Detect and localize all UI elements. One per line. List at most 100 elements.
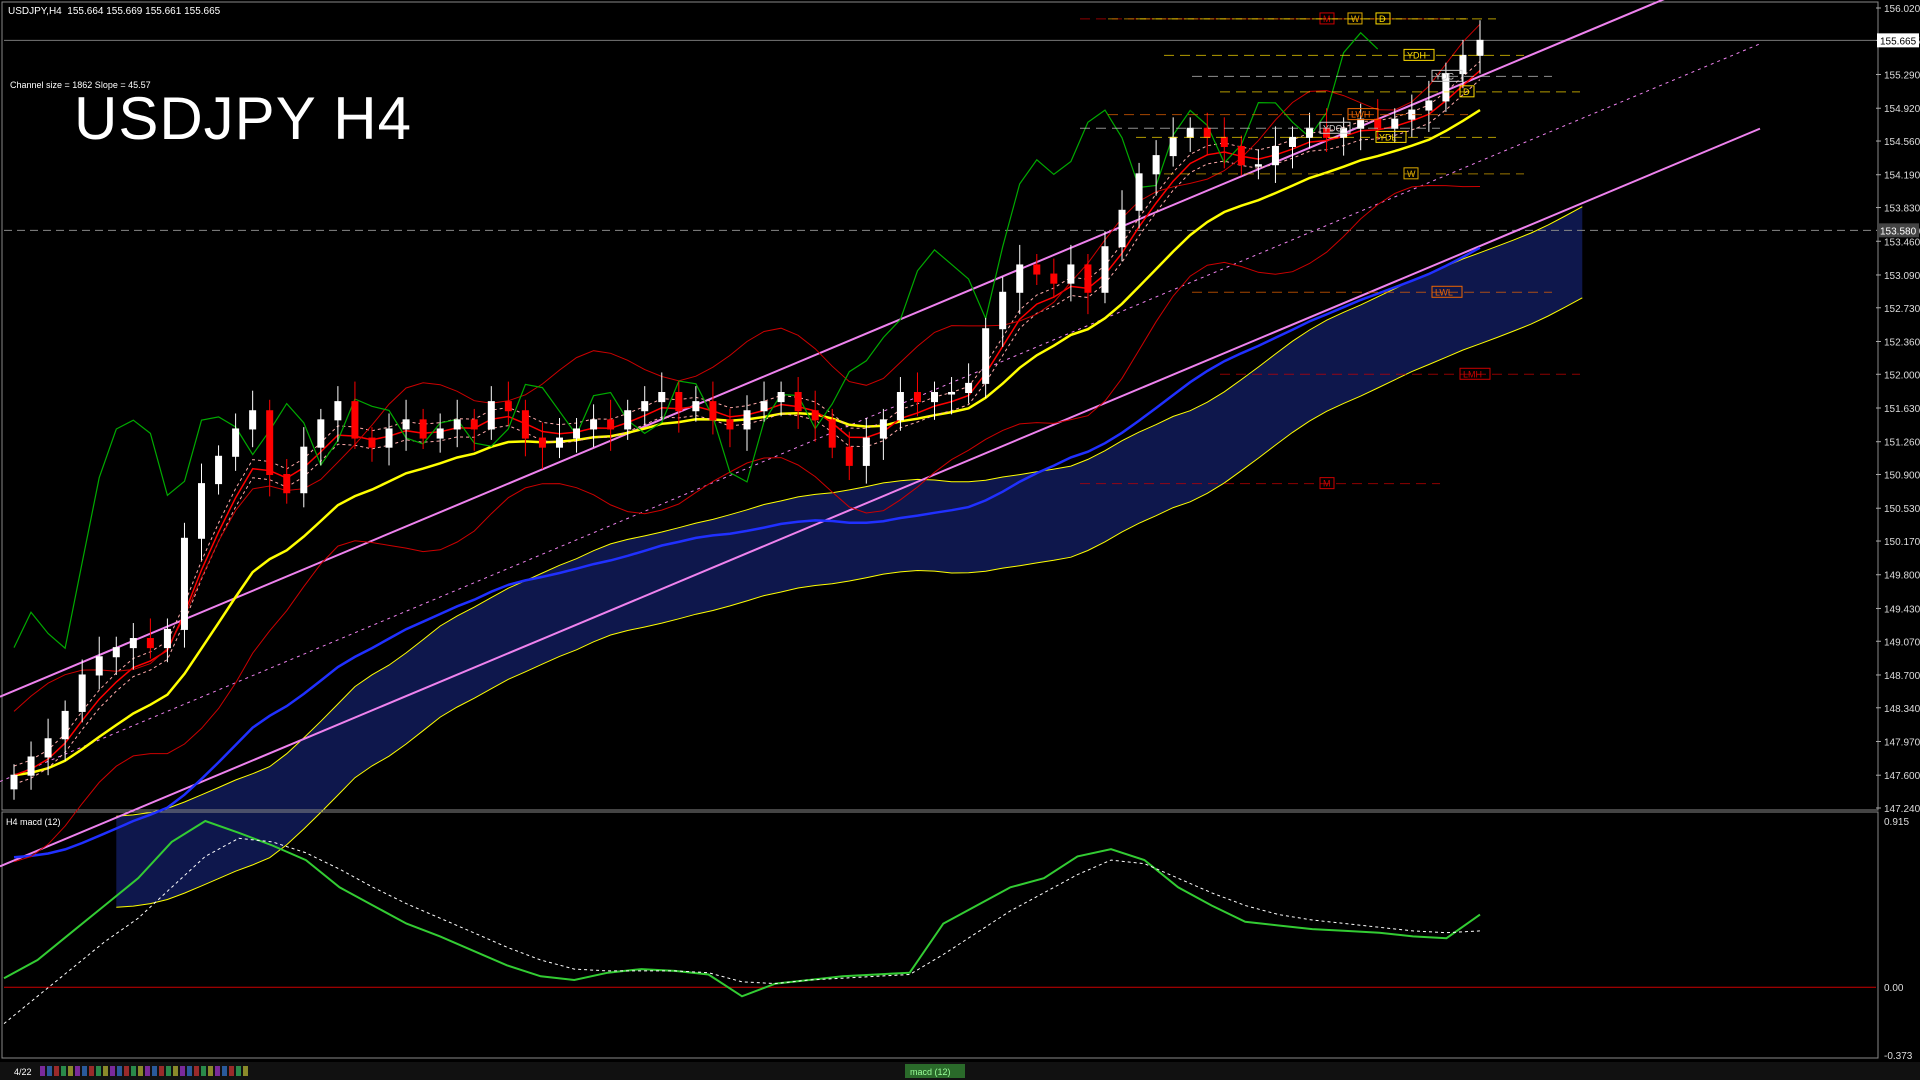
channel-lower-line [0, 127, 1761, 868]
price-tick-label: 150.530 [1884, 504, 1920, 515]
timeframe-swatch [131, 1066, 136, 1076]
candle-body [44, 738, 52, 758]
timeframe-swatch [236, 1066, 241, 1076]
candle-body [385, 428, 393, 448]
candle-body [624, 410, 632, 430]
candle-body [419, 419, 427, 439]
candle-body [249, 410, 257, 430]
level-label: D [1463, 87, 1470, 97]
candle-body [1067, 264, 1075, 284]
candle-body [283, 474, 291, 494]
bottom-bar: 4/22 macd (12) [0, 1062, 1920, 1080]
candle-body [777, 392, 785, 403]
price-tick-label: 154.920 [1884, 104, 1920, 115]
candle-body [709, 401, 717, 421]
candle-body [1050, 273, 1058, 284]
candle-body [1237, 145, 1245, 166]
candle-body [1288, 136, 1296, 147]
price-tick-label: 153.460 [1884, 237, 1920, 248]
timeframe-swatch [208, 1066, 213, 1076]
candle-body [913, 392, 921, 403]
main-panel-border [1, 1, 1879, 811]
candle-body [675, 392, 683, 412]
candle-body [334, 401, 342, 421]
candle-body [1152, 155, 1160, 175]
current-price-label: 155.665 [1880, 36, 1917, 47]
candle-body [794, 392, 802, 412]
level-label: M [1323, 479, 1331, 489]
candle-body [300, 446, 308, 494]
timeframe-swatch [82, 1066, 87, 1076]
candle-body [1476, 39, 1484, 56]
chart-canvas[interactable]: MWDYDHYDCDYDOLWHYDLWLWLLMHM 156.020155.6… [0, 0, 1920, 1080]
candle-body [965, 382, 973, 394]
candle-body [658, 392, 666, 403]
candle-body [95, 656, 103, 676]
candle-body [368, 437, 376, 448]
candle-body [146, 638, 154, 649]
timeframe-swatch [243, 1066, 248, 1076]
candle-body [641, 401, 649, 412]
candle-body [402, 419, 410, 430]
timeframe-swatch [229, 1066, 234, 1076]
price-tick-label: 156.020 [1884, 4, 1920, 15]
timeframe-swatch [215, 1066, 220, 1076]
level-label: YDO [1323, 123, 1343, 133]
candle-body [317, 419, 325, 448]
level-label: W [1407, 169, 1416, 179]
candle-body [163, 628, 171, 649]
timeframe-swatch [61, 1066, 66, 1076]
candle-body [1374, 118, 1382, 129]
candle-body [453, 419, 461, 430]
timeframe-swatch [194, 1066, 199, 1076]
timeframe-swatch [40, 1066, 45, 1076]
candle-body [1459, 54, 1467, 75]
macd-tick-label: 0.915 [1884, 817, 1909, 828]
price-tick-label: 148.340 [1884, 704, 1920, 715]
price-tick-label: 153.090 [1884, 271, 1920, 282]
candle-body [436, 428, 444, 439]
candle-body [1135, 173, 1143, 211]
timeframe-swatch [152, 1066, 157, 1076]
timeframe-swatch [201, 1066, 206, 1076]
level-label: YDL [1379, 132, 1397, 142]
candle-body [555, 437, 563, 448]
level-label: YDH [1407, 50, 1426, 60]
candle-body [931, 392, 939, 403]
timeframe-swatch [145, 1066, 150, 1076]
candle-body [896, 392, 904, 421]
price-tick-label: 151.630 [1884, 404, 1920, 415]
price-tick-label: 147.240 [1884, 804, 1920, 815]
timeframe-swatch [75, 1066, 80, 1076]
candle-body [351, 401, 359, 439]
candle-body [1016, 264, 1024, 293]
candle-body [470, 419, 478, 430]
timeframe-swatch [68, 1066, 73, 1076]
timeframe-swatch [138, 1066, 143, 1076]
candle-body [78, 674, 86, 712]
candle-body [1101, 246, 1109, 293]
price-tick-label: 151.260 [1884, 438, 1920, 449]
candle-body [999, 291, 1007, 330]
candle-body [61, 710, 69, 740]
candle-body [828, 419, 836, 448]
dashed-level-label: 153.580 [1880, 226, 1917, 237]
candle-body [1357, 118, 1365, 129]
price-tick-label: 148.700 [1884, 671, 1920, 682]
candle-body [232, 428, 240, 457]
candle-body [112, 647, 120, 658]
ichimoku-cloud-area [116, 206, 1583, 908]
candle-body [521, 410, 529, 439]
price-tick-label: 149.800 [1884, 571, 1920, 582]
candle-body [811, 410, 819, 421]
candle-body [1169, 136, 1177, 157]
price-tick-label: 150.900 [1884, 471, 1920, 482]
candle-body [215, 455, 223, 485]
price-tick-label: 152.730 [1884, 304, 1920, 315]
macd-tick-label: -0.373 [1884, 1051, 1913, 1062]
candle-body [10, 774, 18, 790]
timeframe-swatch [54, 1066, 59, 1076]
price-axis: 156.020 155.665 155.290 154.920 154.560 154.1… [1876, 4, 1920, 815]
candle-body [879, 419, 887, 439]
candle-body [862, 437, 870, 466]
